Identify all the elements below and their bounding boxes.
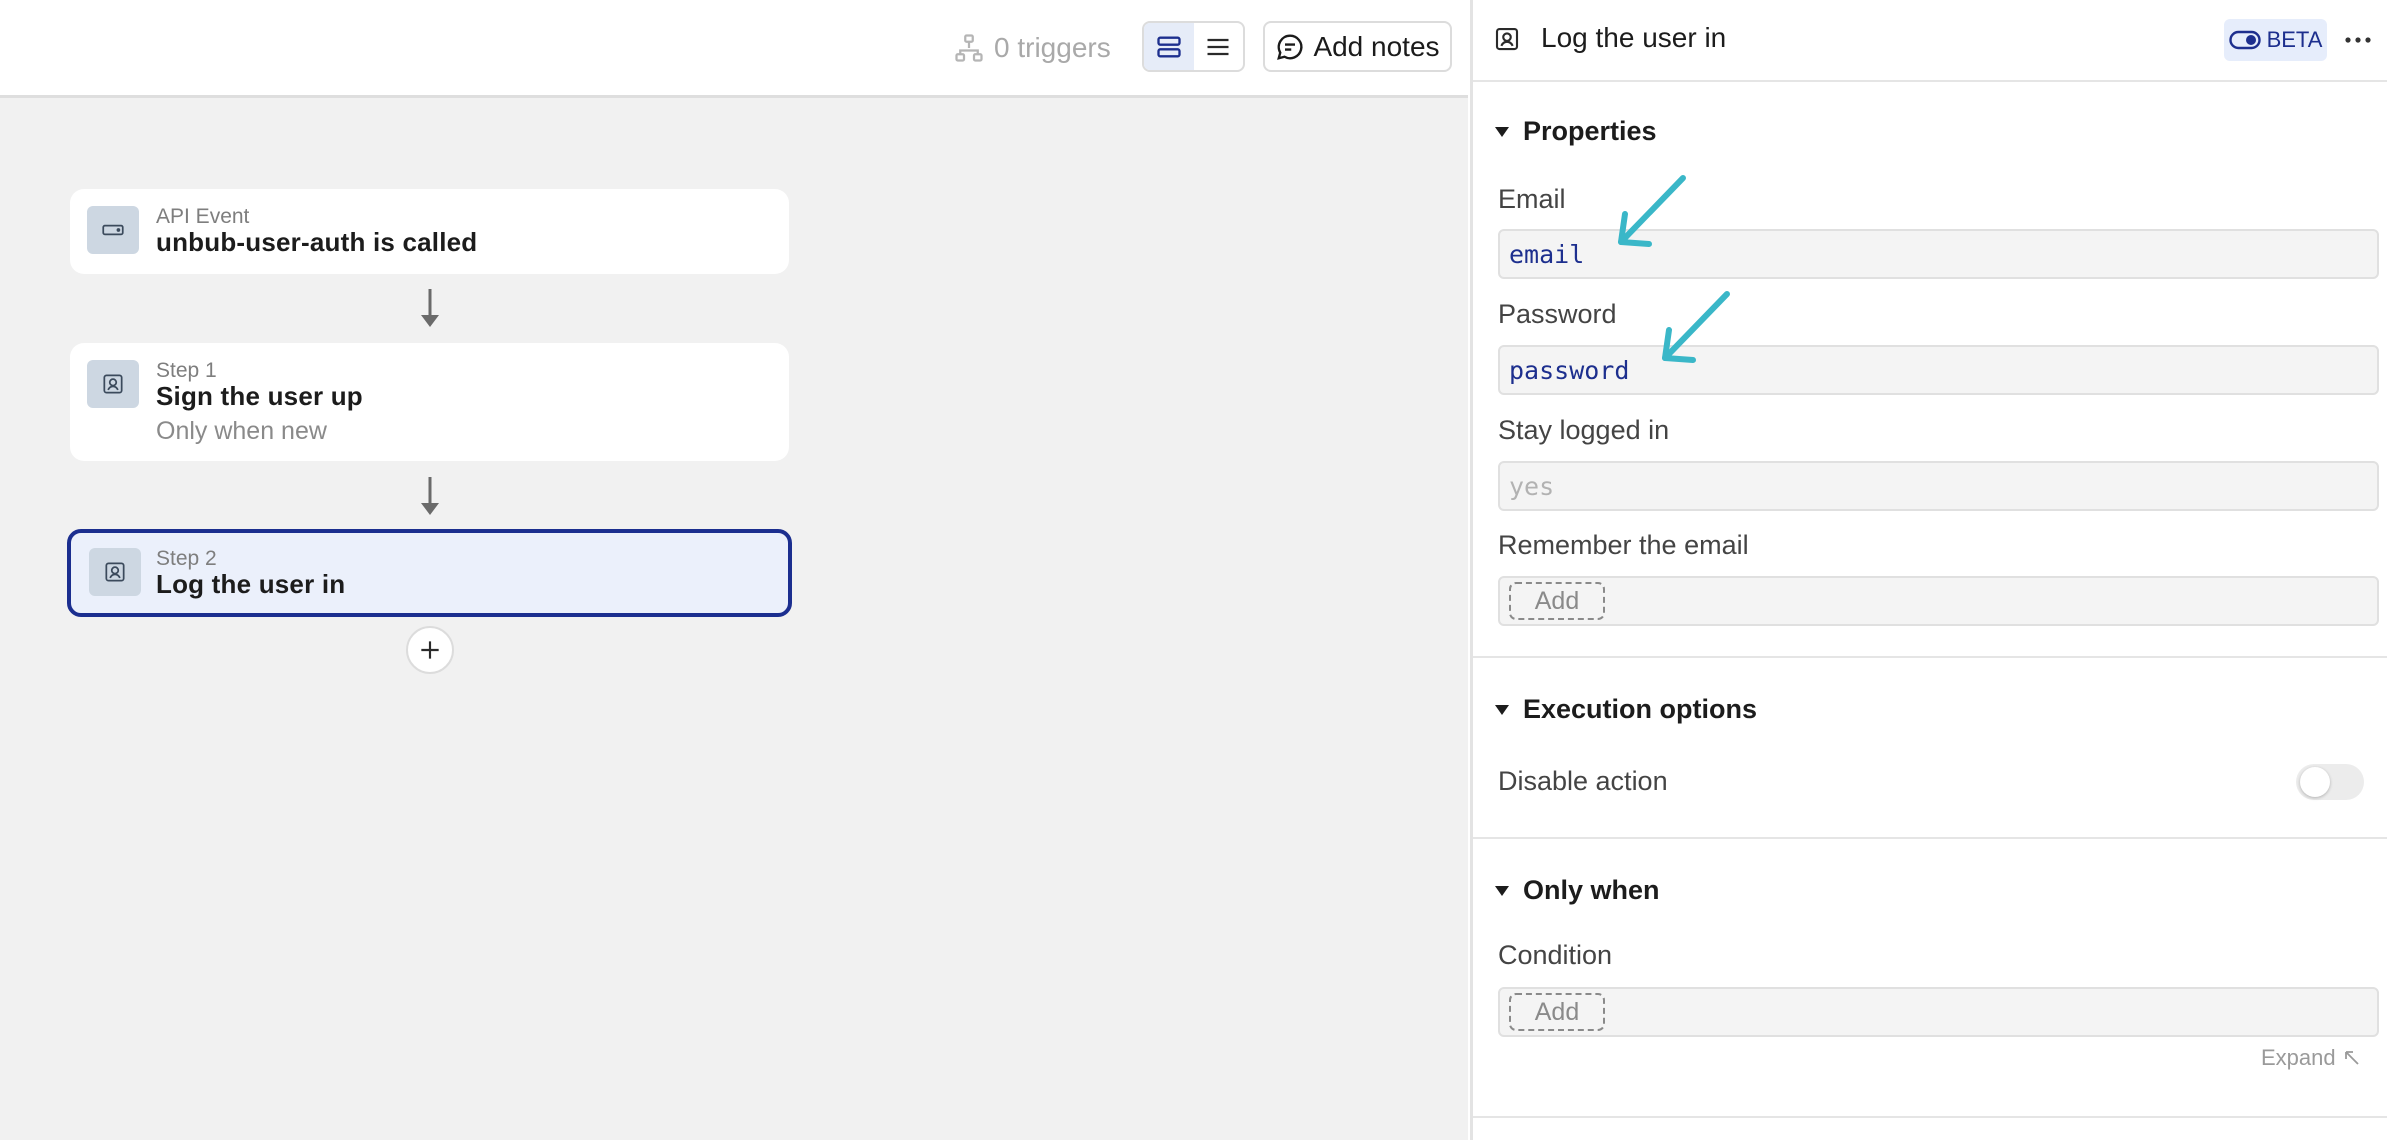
card-title: unbub-user-auth is called [156, 227, 478, 257]
toggle-knob [2300, 767, 2330, 797]
beta-label: BETA [2266, 27, 2323, 52]
password-value: password [1509, 355, 1630, 385]
section-title: Only when [1523, 875, 1660, 905]
flow-arrow-icon [421, 289, 439, 327]
stay-logged-in-label: Stay logged in [1498, 415, 1670, 445]
caret-down-icon [1495, 704, 1509, 715]
triggers-indicator[interactable]: 0 triggers [954, 28, 1111, 68]
card-kind: Step 2 [156, 547, 217, 570]
section-title: Execution options [1523, 694, 1758, 724]
disable-action-label: Disable action [1498, 766, 1668, 796]
card-view-icon [1157, 36, 1181, 57]
server-icon [102, 224, 124, 236]
comment-icon [1277, 34, 1303, 60]
condition-add-button[interactable]: Add [1509, 993, 1605, 1031]
list-view-button[interactable] [1194, 23, 1244, 70]
password-field[interactable]: password [1498, 345, 2379, 395]
properties-section-header[interactable]: Properties [1495, 116, 1657, 147]
canvas-toolbar: 0 triggers Add notes [0, 0, 1468, 98]
card-title: Sign the user up [156, 381, 363, 411]
card-condition: Only when new [156, 417, 327, 445]
add-step-button[interactable] [406, 626, 454, 674]
step-icon-box [87, 360, 139, 408]
add-notes-label: Add notes [1313, 30, 1440, 62]
step-2-card-selected[interactable]: Step 2 Log the user in [67, 529, 792, 617]
user-badge-icon [103, 374, 123, 394]
card-kind: Step 1 [156, 359, 217, 382]
caret-down-icon [1495, 126, 1509, 137]
remember-email-add-button[interactable]: Add [1509, 582, 1605, 620]
hierarchy-icon [955, 34, 983, 62]
email-label: Email [1498, 184, 1566, 214]
stay-logged-in-placeholder: yes [1509, 471, 1555, 501]
remember-email-field: Add [1498, 576, 2379, 626]
remember-email-label: Remember the email [1498, 530, 1749, 560]
view-toggle [1142, 21, 1245, 72]
card-title: Log the user in [156, 569, 346, 599]
section-title: Properties [1523, 116, 1657, 146]
flow-arrow-icon [421, 477, 439, 515]
panel-header: Log the user in BETA [1473, 0, 2387, 82]
annotation-arrow-icon [1618, 175, 1686, 247]
list-view-icon [1207, 38, 1229, 55]
workflow-canvas: 0 triggers Add notes API Event unbub-use… [0, 0, 1468, 1140]
execution-options-section-header[interactable]: Execution options [1495, 694, 1757, 725]
expand-label: Expand [2261, 1045, 2336, 1070]
panel-title: Log the user in [1541, 22, 1727, 53]
only-when-section-header[interactable]: Only when [1495, 875, 1660, 906]
email-value: email [1509, 239, 1585, 269]
beta-toggle[interactable]: BETA [2224, 19, 2327, 61]
expand-arrow-icon [2344, 1051, 2359, 1065]
user-badge-icon [105, 562, 125, 582]
user-badge-icon [1495, 27, 1519, 51]
properties-panel: Log the user in BETA Properties Email em… [1470, 0, 2387, 1140]
plus-icon [421, 641, 439, 659]
more-options-icon[interactable] [2342, 26, 2374, 54]
stay-logged-in-field[interactable]: yes [1498, 461, 2379, 511]
password-label: Password [1498, 299, 1617, 329]
condition-label: Condition [1498, 940, 1613, 970]
caret-down-icon [1495, 885, 1509, 896]
disable-action-toggle[interactable] [2296, 764, 2364, 800]
section-divider [1473, 1116, 2387, 1118]
section-divider [1473, 837, 2387, 839]
triggers-label: 0 triggers [994, 32, 1111, 63]
api-event-icon-box [87, 206, 139, 254]
api-event-card[interactable]: API Event unbub-user-auth is called [70, 189, 789, 274]
add-notes-button[interactable]: Add notes [1263, 21, 1452, 72]
step-icon-box [89, 548, 141, 596]
toggle-icon [2228, 30, 2261, 50]
expand-button[interactable]: Expand [2261, 1045, 2362, 1071]
section-divider [1473, 656, 2387, 658]
card-view-button[interactable] [1144, 23, 1194, 70]
step-1-card[interactable]: Step 1 Sign the user up Only when new [70, 343, 789, 461]
card-kind: API Event [156, 205, 250, 228]
annotation-arrow-icon [1662, 291, 1730, 363]
condition-field: Add [1498, 987, 2379, 1037]
